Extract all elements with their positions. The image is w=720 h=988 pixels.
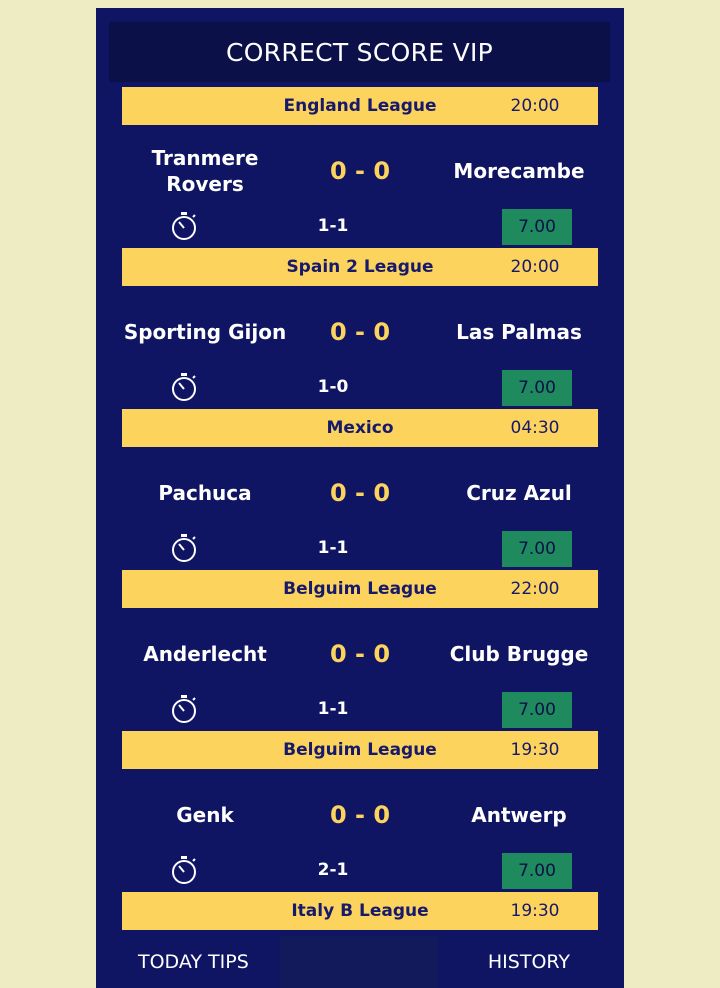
- app-screen: CORRECT SCORE VIP England League 20:00 T…: [96, 8, 624, 988]
- home-team: Tranmere Rovers: [151, 146, 259, 196]
- stopwatch-icon: [172, 856, 196, 884]
- match-time: 20:00: [510, 96, 560, 116]
- home-team: Sporting Gijon: [123, 320, 287, 344]
- odds-badge: 7.00: [502, 209, 572, 245]
- match-time: 04:30: [510, 418, 560, 438]
- nav-center-panel: [280, 936, 438, 988]
- league-bar: Belguim League 22:00: [122, 570, 598, 608]
- home-team: Genk: [176, 803, 234, 827]
- stopwatch-icon: [172, 534, 196, 562]
- odds-badge: 7.00: [502, 853, 572, 889]
- match-score: 0 - 0: [329, 640, 391, 668]
- stopwatch-icon: [172, 695, 196, 723]
- match-card[interactable]: Pachuca 0 - 0 Cruz Azul 1-1 7.00: [122, 447, 598, 570]
- home-team: Pachuca: [158, 481, 252, 505]
- predicted-score: 1-1: [317, 216, 349, 236]
- match-score: 0 - 0: [329, 801, 391, 829]
- match-time: 19:30: [510, 740, 560, 760]
- history-button[interactable]: HISTORY: [488, 936, 570, 988]
- predicted-score: 1-1: [317, 538, 349, 558]
- today-tips-button[interactable]: TODAY TIPS: [138, 936, 249, 988]
- league-bar: Italy B League 19:30: [122, 892, 598, 930]
- match-score: 0 - 0: [329, 479, 391, 507]
- odds-badge: 7.00: [502, 531, 572, 567]
- match-time: 19:30: [510, 901, 560, 921]
- away-team: Cruz Azul: [466, 481, 572, 505]
- match-card[interactable]: Sporting Gijon 0 - 0 Las Palmas 1-0 7.00: [122, 286, 598, 409]
- match-score: 0 - 0: [329, 157, 391, 185]
- match-card[interactable]: Tranmere Rovers 0 - 0 Morecambe 1-1 7.00: [122, 125, 598, 248]
- match-time: 20:00: [510, 257, 560, 277]
- stopwatch-icon: [172, 212, 196, 240]
- bottom-nav: TODAY TIPS HISTORY: [96, 936, 624, 988]
- away-team: Las Palmas: [456, 320, 582, 344]
- page-title: CORRECT SCORE VIP: [109, 22, 610, 82]
- match-time: 22:00: [510, 579, 560, 599]
- match-score: 0 - 0: [329, 318, 391, 346]
- predicted-score: 1-1: [317, 699, 349, 719]
- match-card[interactable]: Anderlecht 0 - 0 Club Brugge 1-1 7.00: [122, 608, 598, 731]
- league-bar: Mexico 04:30: [122, 409, 598, 447]
- predicted-score: 2-1: [317, 860, 349, 880]
- away-team: Morecambe: [453, 159, 585, 183]
- home-team: Anderlecht: [143, 642, 267, 666]
- match-list[interactable]: England League 20:00 Tranmere Rovers 0 -…: [122, 87, 598, 930]
- odds-badge: 7.00: [502, 370, 572, 406]
- stopwatch-icon: [172, 373, 196, 401]
- league-bar: Spain 2 League 20:00: [122, 248, 598, 286]
- match-card[interactable]: Genk 0 - 0 Antwerp 2-1 7.00: [122, 769, 598, 892]
- predicted-score: 1-0: [317, 377, 349, 397]
- away-team: Club Brugge: [449, 642, 589, 666]
- league-bar: England League 20:00: [122, 87, 598, 125]
- odds-badge: 7.00: [502, 692, 572, 728]
- away-team: Antwerp: [471, 803, 567, 827]
- league-bar: Belguim League 19:30: [122, 731, 598, 769]
